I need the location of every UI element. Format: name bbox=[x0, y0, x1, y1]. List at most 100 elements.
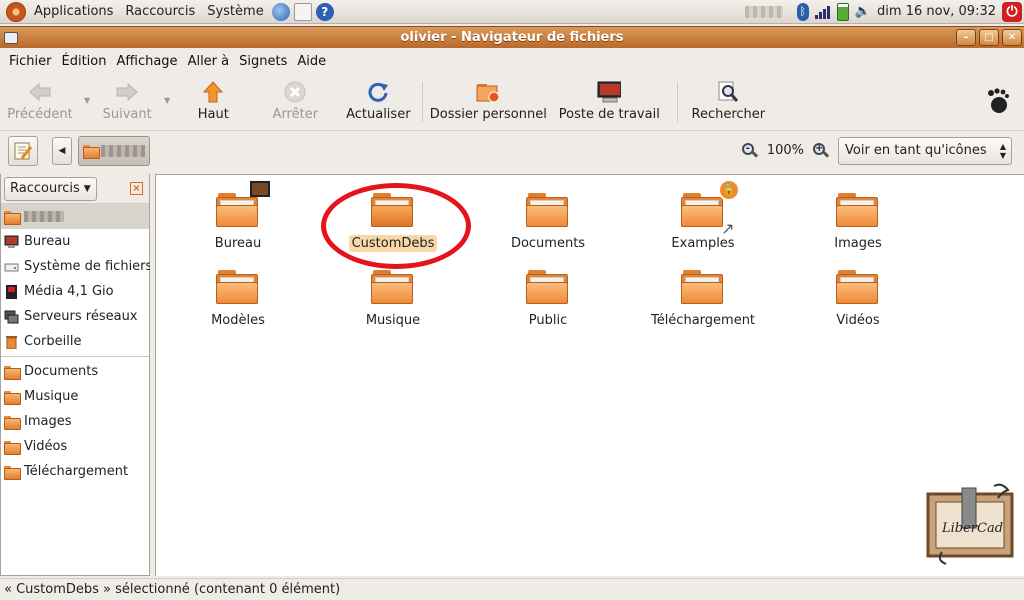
up-button[interactable]: Haut bbox=[176, 74, 250, 128]
computer-button[interactable]: Poste de travail bbox=[547, 74, 671, 128]
svg-text:LiberCad: LiberCad bbox=[941, 521, 1003, 536]
minimize-button[interactable]: – bbox=[956, 29, 976, 46]
film-emblem-icon bbox=[250, 181, 270, 197]
zoom-level[interactable]: 100% bbox=[767, 143, 804, 158]
applications-menu[interactable]: Applications bbox=[28, 0, 119, 24]
shortcuts-menu[interactable]: Raccourcis bbox=[119, 0, 201, 24]
folder-item[interactable]: Public bbox=[478, 252, 618, 329]
folder-label: Documents bbox=[510, 236, 586, 251]
power-icon[interactable]: ⏻ bbox=[1002, 1, 1022, 22]
sidebar-item-home[interactable] bbox=[1, 204, 149, 229]
forward-button[interactable]: Suivant bbox=[96, 74, 158, 128]
folder-icon bbox=[836, 270, 880, 306]
sidebar-item-label: Vidéos bbox=[24, 439, 68, 454]
ubuntu-logo-icon[interactable] bbox=[6, 1, 26, 22]
trash-icon bbox=[6, 335, 17, 349]
folder-item[interactable]: Documents bbox=[478, 175, 618, 252]
sidebar-item-music[interactable]: Musique bbox=[1, 384, 149, 409]
up-label: Haut bbox=[197, 107, 229, 122]
folder-icon bbox=[371, 270, 415, 306]
menu-aide[interactable]: Aide bbox=[292, 54, 331, 69]
status-bar: « CustomDebs » sélectionné (contenant 0 … bbox=[0, 578, 1024, 600]
search-label: Rechercher bbox=[691, 107, 766, 122]
folder-item[interactable]: Modèles bbox=[168, 252, 308, 329]
menu-aller-a[interactable]: Aller à bbox=[183, 54, 235, 69]
folder-icon bbox=[4, 440, 21, 455]
maximize-button[interactable]: □ bbox=[979, 29, 999, 46]
network-signal-icon[interactable] bbox=[814, 5, 831, 19]
sidebar-item-label: Média 4,1 Gio bbox=[24, 284, 114, 299]
home-folder-icon bbox=[83, 144, 100, 159]
sidebar-item-label: Images bbox=[24, 414, 72, 429]
path-home-button[interactable] bbox=[78, 135, 150, 166]
back-arrow-icon bbox=[28, 80, 52, 104]
sidebar-type-select[interactable]: Raccourcis ▼ bbox=[4, 176, 97, 201]
sidebar-item-network[interactable]: Serveurs réseaux bbox=[1, 304, 149, 329]
reload-button[interactable]: Actualiser bbox=[340, 74, 416, 128]
stop-button[interactable]: Arrêter bbox=[250, 74, 340, 128]
system-menu[interactable]: Système bbox=[201, 0, 269, 24]
window-titlebar[interactable]: olivier - Navigateur de fichiers – □ ✕ bbox=[0, 26, 1024, 48]
folder-label: Musique bbox=[365, 313, 421, 328]
web-browser-icon[interactable] bbox=[271, 2, 290, 21]
home-button[interactable]: Dossier personnel bbox=[429, 74, 547, 128]
toolbar: Précédent ▼ Suivant ▼ Haut Arrêter Actua… bbox=[0, 74, 1024, 128]
folder-item[interactable]: 🔒 ↗ Examples bbox=[633, 175, 773, 252]
sidebar-close-icon[interactable]: × bbox=[130, 182, 143, 195]
bluetooth-icon[interactable]: ᛒ bbox=[796, 2, 809, 21]
menu-signets[interactable]: Signets bbox=[234, 54, 292, 69]
blurred-username bbox=[744, 5, 783, 18]
sidebar-type-label: Raccourcis bbox=[10, 181, 80, 196]
folder-item[interactable]: Images bbox=[788, 175, 928, 252]
folder-label: Vidéos bbox=[836, 313, 880, 328]
folder-item[interactable]: Vidéos bbox=[788, 252, 928, 329]
folder-icon bbox=[681, 193, 725, 229]
computer-icon bbox=[597, 80, 622, 104]
up-arrow-icon bbox=[201, 80, 225, 104]
sidebar: Raccourcis ▼ × Bureau Système de fichier… bbox=[0, 174, 153, 576]
close-button[interactable]: ✕ bbox=[1002, 29, 1022, 46]
battery-icon[interactable] bbox=[836, 2, 849, 21]
sidebar-item-label: Système de fichiers bbox=[24, 259, 153, 274]
computer-label: Poste de travail bbox=[558, 107, 660, 122]
stop-icon bbox=[283, 80, 307, 104]
sidebar-item-trash[interactable]: Corbeille bbox=[1, 329, 149, 354]
folder-item[interactable]: Téléchargement bbox=[633, 252, 773, 329]
folder-item[interactable]: Bureau bbox=[168, 175, 308, 252]
sidebar-item-label: Bureau bbox=[24, 234, 71, 249]
sidebar-item-images[interactable]: Images bbox=[1, 409, 149, 434]
sidebar-item-label: Téléchargement bbox=[24, 464, 129, 479]
top-panel: Applications Raccourcis Système ? ᛒ 🔈 di… bbox=[0, 0, 1024, 24]
location-bar: ◀ - 100% + Voir en tant qu'icônes ▲ ▼ bbox=[0, 130, 1024, 170]
sidebar-item-label: Serveurs réseaux bbox=[24, 309, 138, 324]
back-history-dropdown[interactable]: ▼ bbox=[84, 96, 90, 105]
folder-icon bbox=[681, 270, 725, 306]
window-menu-icon[interactable] bbox=[4, 31, 18, 44]
sidebar-item-videos[interactable]: Vidéos bbox=[1, 434, 149, 459]
search-button[interactable]: Rechercher bbox=[684, 74, 772, 128]
sidebar-item-media[interactable]: Média 4,1 Gio bbox=[1, 279, 149, 304]
path-scroll-left-button[interactable]: ◀ bbox=[52, 136, 72, 165]
menubar: Fichier Édition Affichage Aller à Signet… bbox=[0, 49, 1024, 73]
clock[interactable]: dim 16 nov, 09:32 bbox=[877, 4, 996, 19]
volume-icon[interactable]: 🔈 bbox=[855, 4, 871, 19]
folder-label: Modèles bbox=[211, 313, 265, 328]
sidebar-item-downloads[interactable]: Téléchargement bbox=[1, 459, 149, 484]
menu-edition[interactable]: Édition bbox=[57, 54, 112, 69]
zoom-in-icon[interactable]: + bbox=[812, 142, 830, 160]
sidebar-item-label: Documents bbox=[24, 364, 99, 379]
icon-view[interactable]: Bureau CustomDebs Documents 🔒 ↗ Examples… bbox=[155, 174, 1024, 576]
menu-affichage[interactable]: Affichage bbox=[111, 54, 182, 69]
zoom-out-icon[interactable]: - bbox=[741, 142, 759, 160]
toggle-location-entry-button[interactable] bbox=[8, 135, 38, 166]
help-icon[interactable]: ? bbox=[315, 2, 334, 21]
sidebar-item-desktop[interactable]: Bureau bbox=[1, 229, 149, 254]
back-button[interactable]: Précédent bbox=[2, 74, 78, 128]
forward-history-dropdown[interactable]: ▼ bbox=[164, 96, 170, 105]
view-mode-select[interactable]: Voir en tant qu'icônes ▲ ▼ bbox=[838, 136, 1012, 165]
mail-icon[interactable] bbox=[293, 2, 312, 21]
sidebar-item-filesystem[interactable]: Système de fichiers bbox=[1, 254, 153, 279]
menu-fichier[interactable]: Fichier bbox=[4, 54, 57, 69]
sidebar-item-documents[interactable]: Documents bbox=[1, 359, 149, 384]
red-annotation-circle bbox=[321, 183, 471, 269]
